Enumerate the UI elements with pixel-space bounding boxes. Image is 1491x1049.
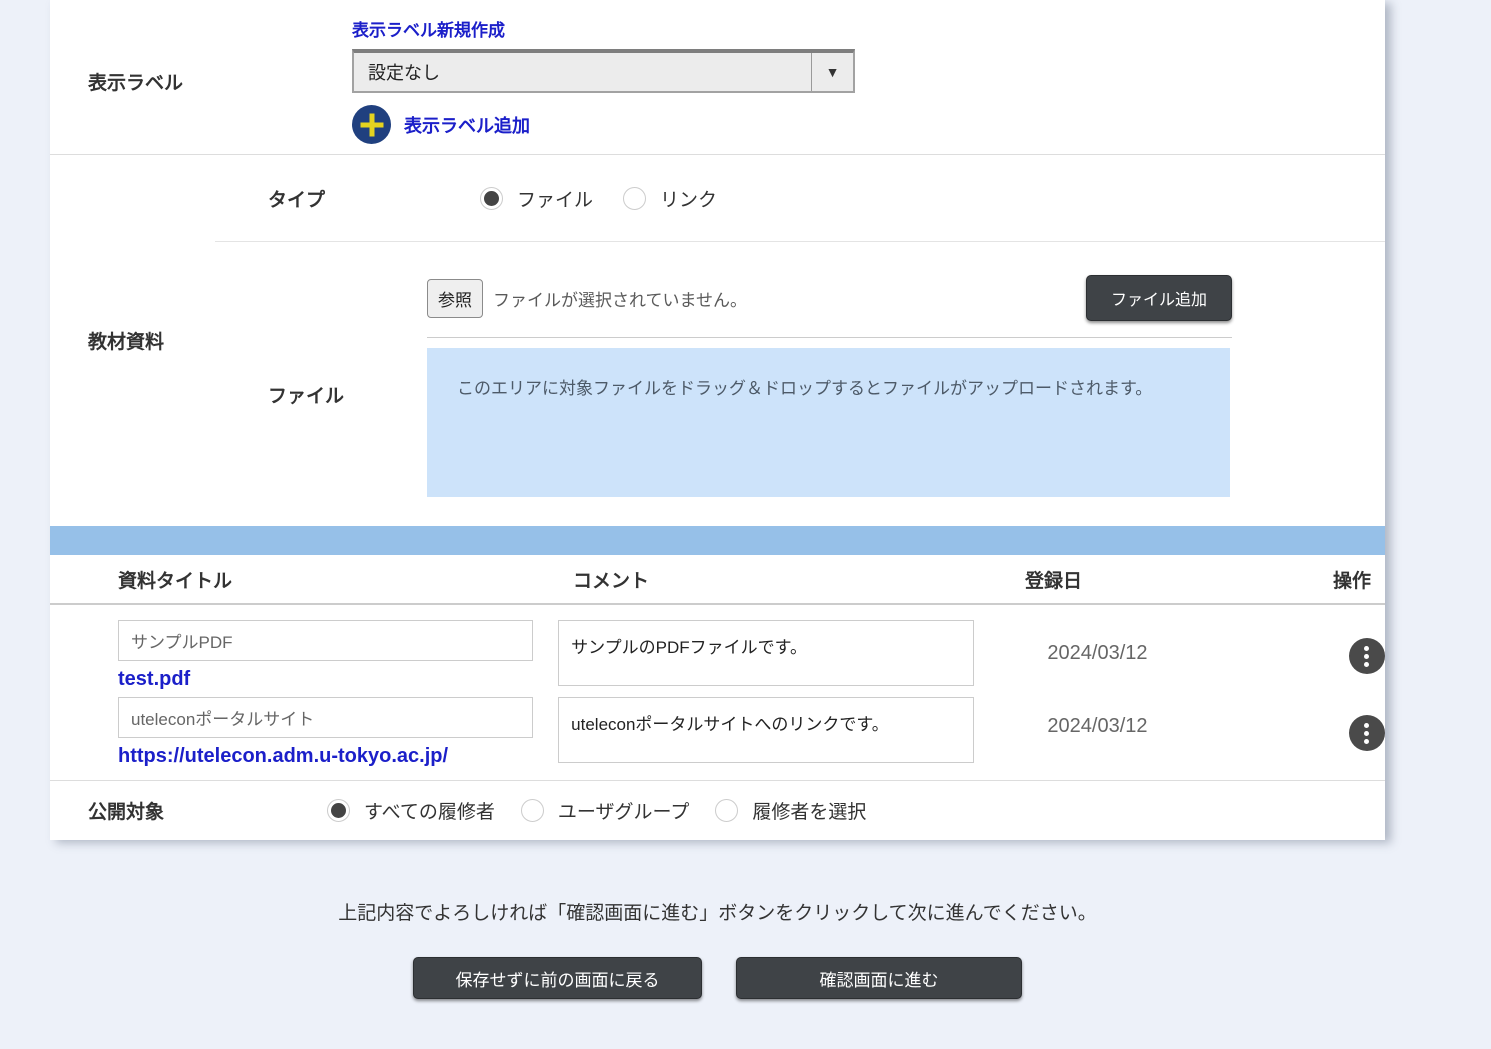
radio-checked-icon[interactable] xyxy=(480,187,503,210)
material-file-link[interactable]: test.pdf xyxy=(118,668,190,691)
select-dropdown-button[interactable]: ▼ xyxy=(811,53,853,91)
radio-unchecked-icon[interactable] xyxy=(521,799,544,822)
publish-radio-select-students[interactable]: 履修者を選択 xyxy=(715,797,866,824)
footer: 上記内容でよろしければ「確認画面に進む」ボタンをクリックして次に進んでください。… xyxy=(50,898,1385,999)
radio-checked-icon[interactable] xyxy=(327,799,350,822)
radio-unchecked-icon[interactable] xyxy=(623,187,646,210)
table-row: test.pdf サンプルのPDFファイルです。 2024/03/12 xyxy=(50,605,1385,691)
material-form-card: 表示ラベル 表示ラベル新規作成 設定なし ▼ 表示ラベル追加 教材資料 タイプ xyxy=(50,0,1385,840)
publish-target-label: 公開対象 xyxy=(50,797,327,824)
file-block: 参照 ファイルが選択されていません。 ファイル追加 ファイル このエリアに対象フ… xyxy=(215,275,1385,497)
header-ops: 操作 xyxy=(1283,566,1385,593)
file-label: ファイル xyxy=(215,348,427,497)
type-row: タイプ ファイル リンク xyxy=(215,155,1385,242)
chevron-down-icon: ▼ xyxy=(826,64,840,80)
radio-unchecked-icon[interactable] xyxy=(715,799,738,822)
display-label-select[interactable]: 設定なし ▼ xyxy=(352,49,855,93)
type-radio-link[interactable]: リンク xyxy=(623,185,717,212)
display-label-section: 表示ラベル 表示ラベル新規作成 設定なし ▼ 表示ラベル追加 xyxy=(50,0,1385,155)
publish-radio-all-students[interactable]: すべての履修者 xyxy=(327,797,495,824)
material-row-label: 教材資料 xyxy=(88,327,164,354)
table-row: https://utelecon.adm.u-tokyo.ac.jp/ utel… xyxy=(50,691,1385,780)
instruction-text: 上記内容でよろしければ「確認画面に進む」ボタンをクリックして次に進んでください。 xyxy=(50,898,1385,925)
add-file-button[interactable]: ファイル追加 xyxy=(1086,275,1232,321)
material-url-link[interactable]: https://utelecon.adm.u-tokyo.ac.jp/ xyxy=(118,745,448,768)
dropzone-text: このエリアに対象ファイルをドラッグ＆ドロップするとファイルがアップロードされます… xyxy=(457,376,1200,402)
browse-button[interactable]: 参照 xyxy=(427,279,483,318)
display-label-select-value: 設定なし xyxy=(354,59,811,85)
material-title-input[interactable] xyxy=(118,620,533,661)
kebab-menu-icon[interactable] xyxy=(1349,715,1385,751)
type-label: タイプ xyxy=(215,185,480,212)
material-comment-input[interactable]: サンプルのPDFファイルです。 xyxy=(558,620,974,686)
back-button[interactable]: 保存せずに前の画面に戻る xyxy=(413,957,702,999)
file-dropzone[interactable]: このエリアに対象ファイルをドラッグ＆ドロップするとファイルがアップロードされます… xyxy=(427,348,1230,497)
table-accent-bar xyxy=(50,526,1385,555)
type-radio-file[interactable]: ファイル xyxy=(480,185,593,212)
publish-target-section: 公開対象 すべての履修者 ユーザグループ 履修者を選択 xyxy=(50,780,1385,840)
display-label-row-label: 表示ラベル xyxy=(88,73,183,94)
kebab-menu-icon[interactable] xyxy=(1349,638,1385,674)
header-title: 資料タイトル xyxy=(118,566,573,593)
registered-date: 2024/03/12 xyxy=(995,620,1245,665)
publish-radio-user-group[interactable]: ユーザグループ xyxy=(521,797,689,824)
header-date: 登録日 xyxy=(1025,566,1283,593)
material-section: 教材資料 タイプ ファイル リンク 参照 xyxy=(50,155,1385,526)
registered-date: 2024/03/12 xyxy=(995,697,1245,738)
proceed-confirm-button[interactable]: 確認画面に進む xyxy=(736,957,1022,999)
add-display-label-link[interactable]: 表示ラベル追加 xyxy=(404,112,530,138)
material-title-input[interactable] xyxy=(118,697,533,738)
create-display-label-link[interactable]: 表示ラベル新規作成 xyxy=(352,16,505,41)
no-file-selected-text: ファイルが選択されていません。 xyxy=(493,286,1086,311)
header-comment: コメント xyxy=(573,566,1025,593)
material-comment-input[interactable]: uteleconポータルサイトへのリンクです。 xyxy=(558,697,974,763)
materials-table-header: 資料タイトル コメント 登録日 操作 xyxy=(50,555,1385,605)
plus-icon[interactable] xyxy=(352,105,391,144)
